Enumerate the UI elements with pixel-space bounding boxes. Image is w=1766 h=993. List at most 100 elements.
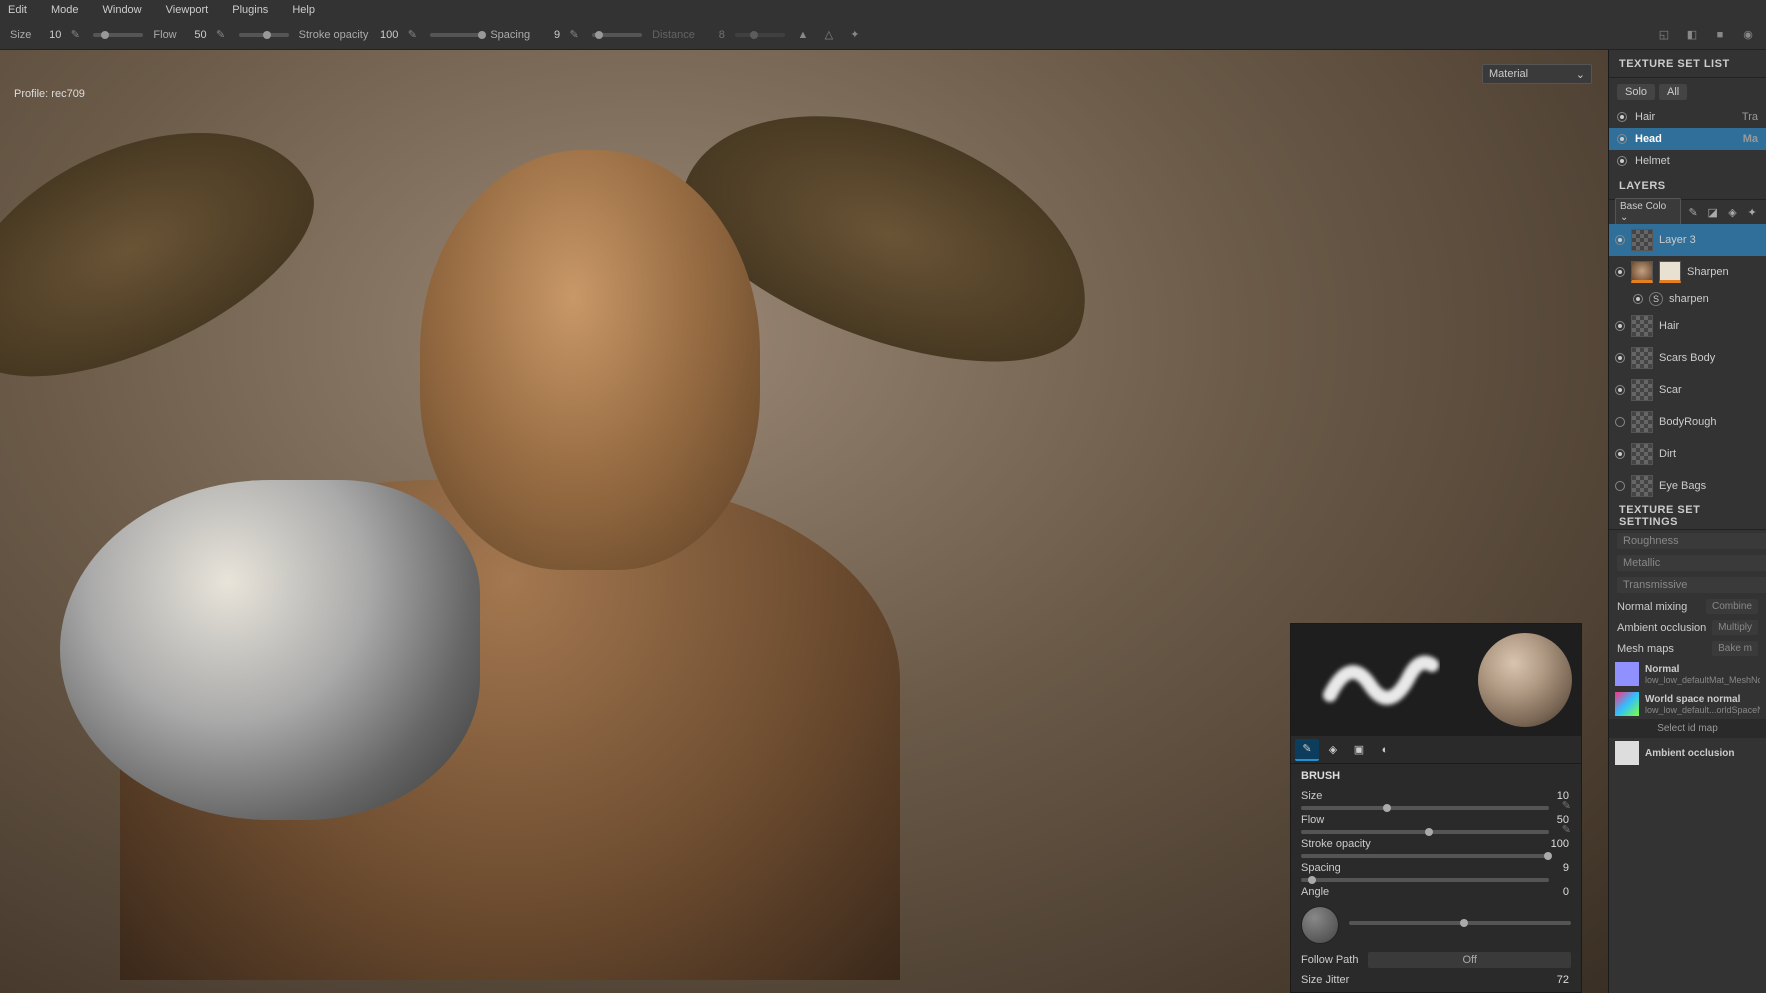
meshmap-thumb[interactable] bbox=[1615, 692, 1639, 716]
layer-thumb[interactable] bbox=[1631, 443, 1653, 465]
brush-size-slider[interactable] bbox=[1301, 806, 1549, 810]
layer-visibility[interactable] bbox=[1615, 267, 1625, 277]
layer-thumb[interactable] bbox=[1631, 379, 1653, 401]
cube-icon[interactable]: ◧ bbox=[1684, 27, 1700, 43]
stroke-opacity-slider[interactable] bbox=[430, 33, 480, 37]
layer-row[interactable]: Scars Body bbox=[1609, 342, 1766, 374]
menu-viewport[interactable]: Viewport bbox=[166, 4, 209, 16]
add-effect-icon[interactable]: ◪ bbox=[1705, 204, 1721, 220]
angle-dial[interactable] bbox=[1301, 906, 1339, 944]
brush-size-row[interactable]: Size 10 ✎ bbox=[1291, 788, 1581, 812]
symmetry-y-icon[interactable]: △ bbox=[821, 27, 837, 43]
add-layer-icon[interactable]: ◈ bbox=[1725, 204, 1741, 220]
spacing-control[interactable]: Spacing 9 ✎ bbox=[490, 27, 582, 43]
symmetry-opts-icon[interactable]: ✦ bbox=[847, 27, 863, 43]
layer-row[interactable]: Eye Bags bbox=[1609, 470, 1766, 502]
layer-thumb[interactable] bbox=[1631, 411, 1653, 433]
material-dropdown[interactable]: Material ⌄ bbox=[1482, 64, 1592, 84]
angle-slider[interactable] bbox=[1349, 921, 1571, 925]
pen-icon[interactable]: ✎ bbox=[404, 27, 420, 43]
follow-path-toggle[interactable]: Off bbox=[1368, 952, 1571, 968]
all-button[interactable]: All bbox=[1659, 84, 1687, 100]
camera-video-icon[interactable]: ■ bbox=[1712, 27, 1728, 43]
menu-window[interactable]: Window bbox=[103, 4, 142, 16]
pen-icon[interactable]: ✎ bbox=[213, 27, 229, 43]
layer-effect-row[interactable]: Ssharpen bbox=[1609, 288, 1766, 310]
effect-visibility[interactable] bbox=[1633, 294, 1643, 304]
layer-thumb[interactable] bbox=[1631, 475, 1653, 497]
solo-button[interactable]: Solo bbox=[1617, 84, 1655, 100]
viewport-3d[interactable]: Profile: rec709 Material ⌄ ✎ ◈ ▣ ◐ BRUSH bbox=[0, 50, 1608, 993]
channel-dropdown[interactable]: Base Colo ⌄ bbox=[1615, 198, 1681, 226]
meshmap-thumb[interactable] bbox=[1615, 662, 1639, 686]
perspective-icon[interactable]: ◱ bbox=[1656, 27, 1672, 43]
add-fill-icon[interactable]: ✦ bbox=[1744, 204, 1760, 220]
brush-tab-stencil[interactable]: ▣ bbox=[1347, 739, 1371, 761]
visibility-radio[interactable] bbox=[1617, 134, 1627, 144]
brush-stroke-preview[interactable] bbox=[1291, 624, 1469, 736]
layer-row[interactable]: Hair bbox=[1609, 310, 1766, 342]
visibility-radio[interactable] bbox=[1617, 156, 1627, 166]
brush-so-slider[interactable] bbox=[1301, 854, 1549, 858]
pen-icon[interactable]: ✎ bbox=[566, 27, 582, 43]
meshmap-thumb[interactable] bbox=[1615, 741, 1639, 765]
pressure-link-icon[interactable]: ✎ bbox=[1562, 799, 1571, 812]
texture-set-item[interactable]: HeadMa bbox=[1609, 128, 1766, 150]
layer-visibility[interactable] bbox=[1615, 321, 1625, 331]
flow-slider[interactable] bbox=[239, 33, 289, 37]
metallic-field[interactable] bbox=[1617, 555, 1766, 571]
texture-set-item[interactable]: HairTra bbox=[1609, 106, 1766, 128]
camera-photo-icon[interactable]: ◉ bbox=[1740, 27, 1756, 43]
flow-control[interactable]: Flow 50 ✎ bbox=[153, 27, 228, 43]
menu-mode[interactable]: Mode bbox=[51, 4, 79, 16]
layer-row[interactable]: Scar bbox=[1609, 374, 1766, 406]
bake-button[interactable]: Bake m bbox=[1712, 641, 1758, 656]
brush-tab-brush[interactable]: ✎ bbox=[1295, 739, 1319, 761]
layer-visibility[interactable] bbox=[1615, 235, 1625, 245]
layer-row[interactable]: Dirt bbox=[1609, 438, 1766, 470]
meshmap-row[interactable]: Ambient occlusion bbox=[1609, 738, 1766, 768]
meshmap-row[interactable]: World space normallow_low_default...orld… bbox=[1609, 689, 1766, 719]
brush-angle-controls[interactable] bbox=[1291, 902, 1581, 948]
add-mask-icon[interactable]: ✎ bbox=[1685, 204, 1701, 220]
symmetry-x-icon[interactable]: ▲ bbox=[795, 27, 811, 43]
pen-icon[interactable]: ✎ bbox=[67, 27, 83, 43]
brush-flow-row[interactable]: Flow 50 ✎ bbox=[1291, 812, 1581, 836]
layer-mask-thumb[interactable] bbox=[1659, 261, 1681, 283]
transmissive-field[interactable] bbox=[1617, 577, 1766, 593]
select-id-map[interactable]: Select id map bbox=[1609, 719, 1766, 738]
brush-material-preview[interactable] bbox=[1469, 624, 1581, 736]
layer-visibility[interactable] bbox=[1615, 353, 1625, 363]
brush-spacing-row[interactable]: Spacing 9 bbox=[1291, 860, 1581, 884]
layer-row[interactable]: Sharpen bbox=[1609, 256, 1766, 288]
follow-path-row[interactable]: Follow Path Off bbox=[1291, 948, 1581, 972]
stroke-opacity-control[interactable]: Stroke opacity 100 ✎ bbox=[299, 27, 421, 43]
layer-visibility[interactable] bbox=[1615, 385, 1625, 395]
roughness-field[interactable] bbox=[1617, 533, 1766, 549]
layer-thumb[interactable] bbox=[1631, 347, 1653, 369]
brush-tab-material[interactable]: ◐ bbox=[1373, 739, 1397, 761]
layer-visibility[interactable] bbox=[1615, 449, 1625, 459]
brush-flow-slider[interactable] bbox=[1301, 830, 1549, 834]
pressure-link-icon[interactable]: ✎ bbox=[1562, 823, 1571, 836]
distance-slider[interactable] bbox=[735, 33, 785, 37]
meshmap-row[interactable]: Normallow_low_defaultMat_MeshNo bbox=[1609, 659, 1766, 689]
spacing-slider[interactable] bbox=[592, 33, 642, 37]
size-slider[interactable] bbox=[93, 33, 143, 37]
layer-thumb[interactable] bbox=[1631, 229, 1653, 251]
layer-thumb[interactable] bbox=[1631, 315, 1653, 337]
normal-mixing-dropdown[interactable]: Combine bbox=[1706, 599, 1758, 614]
layer-row[interactable]: BodyRough bbox=[1609, 406, 1766, 438]
visibility-radio[interactable] bbox=[1617, 112, 1627, 122]
texture-set-item[interactable]: Helmet bbox=[1609, 150, 1766, 172]
distance-control[interactable]: Distance 8 bbox=[652, 29, 725, 41]
size-jitter-row[interactable]: Size Jitter 72 bbox=[1291, 972, 1581, 992]
layer-visibility[interactable] bbox=[1615, 417, 1625, 427]
size-control[interactable]: Size 10 ✎ bbox=[10, 27, 83, 43]
brush-spacing-slider[interactable] bbox=[1301, 878, 1549, 882]
menu-plugins[interactable]: Plugins bbox=[232, 4, 268, 16]
layer-row[interactable]: Layer 3 bbox=[1609, 224, 1766, 256]
brush-stroke-opacity-row[interactable]: Stroke opacity 100 bbox=[1291, 836, 1581, 860]
menu-edit[interactable]: Edit bbox=[8, 4, 27, 16]
brush-tab-alpha[interactable]: ◈ bbox=[1321, 739, 1345, 761]
